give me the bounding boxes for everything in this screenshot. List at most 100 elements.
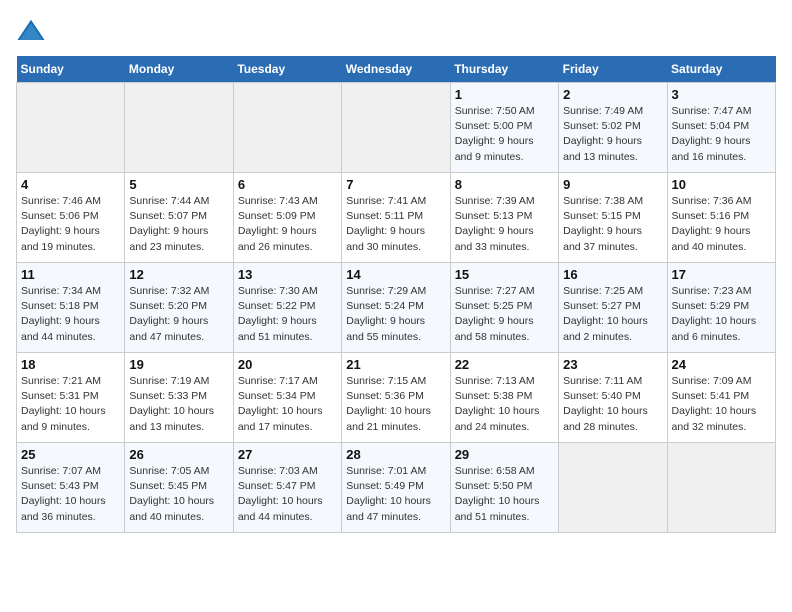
calendar-cell: 7 Sunrise: 7:41 AM Sunset: 5:11 PM Daylig…	[342, 173, 450, 263]
calendar-cell	[667, 443, 775, 533]
day-info: Sunrise: 7:30 AM Sunset: 5:22 PM Dayligh…	[238, 284, 337, 345]
day-number: 5	[129, 177, 228, 192]
day-info: Sunrise: 7:11 AM Sunset: 5:40 PM Dayligh…	[563, 374, 662, 435]
day-info: Sunrise: 7:34 AM Sunset: 5:18 PM Dayligh…	[21, 284, 120, 345]
calendar-cell: 5 Sunrise: 7:44 AM Sunset: 5:07 PM Daylig…	[125, 173, 233, 263]
day-info: Sunrise: 7:21 AM Sunset: 5:31 PM Dayligh…	[21, 374, 120, 435]
day-number: 7	[346, 177, 445, 192]
day-info: Sunrise: 7:29 AM Sunset: 5:24 PM Dayligh…	[346, 284, 445, 345]
day-number: 28	[346, 447, 445, 462]
calendar-cell: 17 Sunrise: 7:23 AM Sunset: 5:29 PM Dayli…	[667, 263, 775, 353]
weekday-header: Monday	[125, 56, 233, 83]
weekday-header: Wednesday	[342, 56, 450, 83]
calendar-table: SundayMondayTuesdayWednesdayThursdayFrid…	[16, 56, 776, 533]
calendar-cell: 21Sunrise: 7:15 AM Sunset: 5:36 PM Dayli…	[342, 353, 450, 443]
calendar-cell: 6 Sunrise: 7:43 AM Sunset: 5:09 PM Daylig…	[233, 173, 341, 263]
day-info: Sunrise: 7:17 AM Sunset: 5:34 PM Dayligh…	[238, 374, 337, 435]
calendar-cell: 8 Sunrise: 7:39 AM Sunset: 5:13 PM Daylig…	[450, 173, 558, 263]
calendar-cell: 19 Sunrise: 7:19 AM Sunset: 5:33 PM Dayli…	[125, 353, 233, 443]
day-number: 4	[21, 177, 120, 192]
day-info: Sunrise: 7:03 AM Sunset: 5:47 PM Dayligh…	[238, 464, 337, 525]
calendar-cell	[233, 83, 341, 173]
day-info: Sunrise: 7:15 AM Sunset: 5:36 PM Dayligh…	[346, 374, 445, 435]
day-info: Sunrise: 7:41 AM Sunset: 5:11 PM Dayligh…	[346, 194, 445, 255]
calendar-week-row: 11 Sunrise: 7:34 AM Sunset: 5:18 PM Dayli…	[17, 263, 776, 353]
day-number: 12	[129, 267, 228, 282]
weekday-header: Sunday	[17, 56, 125, 83]
calendar-cell: 20 Sunrise: 7:17 AM Sunset: 5:34 PM Dayli…	[233, 353, 341, 443]
calendar-cell: 2Sunrise: 7:49 AM Sunset: 5:02 PM Daylig…	[559, 83, 667, 173]
day-number: 16	[563, 267, 662, 282]
calendar-cell: 11 Sunrise: 7:34 AM Sunset: 5:18 PM Dayli…	[17, 263, 125, 353]
calendar-cell: 18 Sunrise: 7:21 AM Sunset: 5:31 PM Dayli…	[17, 353, 125, 443]
day-number: 13	[238, 267, 337, 282]
day-number: 17	[672, 267, 771, 282]
day-info: Sunrise: 7:36 AM Sunset: 5:16 PM Dayligh…	[672, 194, 771, 255]
day-info: Sunrise: 7:23 AM Sunset: 5:29 PM Dayligh…	[672, 284, 771, 345]
day-info: Sunrise: 7:47 AM Sunset: 5:04 PM Dayligh…	[672, 104, 771, 165]
calendar-cell: 23 Sunrise: 7:11 AM Sunset: 5:40 PM Dayli…	[559, 353, 667, 443]
day-number: 9	[563, 177, 662, 192]
weekday-header: Friday	[559, 56, 667, 83]
calendar-cell: 25 Sunrise: 7:07 AM Sunset: 5:43 PM Dayli…	[17, 443, 125, 533]
day-info: Sunrise: 7:25 AM Sunset: 5:27 PM Dayligh…	[563, 284, 662, 345]
day-number: 6	[238, 177, 337, 192]
calendar-cell: 13 Sunrise: 7:30 AM Sunset: 5:22 PM Dayli…	[233, 263, 341, 353]
day-info: Sunrise: 7:01 AM Sunset: 5:49 PM Dayligh…	[346, 464, 445, 525]
page-header	[16, 16, 776, 46]
calendar-cell	[342, 83, 450, 173]
day-info: Sunrise: 7:05 AM Sunset: 5:45 PM Dayligh…	[129, 464, 228, 525]
calendar-cell: 28 Sunrise: 7:01 AM Sunset: 5:49 PM Dayli…	[342, 443, 450, 533]
day-info: Sunrise: 7:44 AM Sunset: 5:07 PM Dayligh…	[129, 194, 228, 255]
day-info: Sunrise: 7:46 AM Sunset: 5:06 PM Dayligh…	[21, 194, 120, 255]
weekday-header: Thursday	[450, 56, 558, 83]
calendar-cell: 22Sunrise: 7:13 AM Sunset: 5:38 PM Dayli…	[450, 353, 558, 443]
day-info: Sunrise: 7:38 AM Sunset: 5:15 PM Dayligh…	[563, 194, 662, 255]
calendar-cell: 24Sunrise: 7:09 AM Sunset: 5:41 PM Dayli…	[667, 353, 775, 443]
day-info: Sunrise: 7:50 AM Sunset: 5:00 PM Dayligh…	[455, 104, 554, 165]
day-info: Sunrise: 7:07 AM Sunset: 5:43 PM Dayligh…	[21, 464, 120, 525]
logo-icon	[16, 16, 46, 46]
calendar-cell: 27Sunrise: 7:03 AM Sunset: 5:47 PM Dayli…	[233, 443, 341, 533]
calendar-week-row: 25 Sunrise: 7:07 AM Sunset: 5:43 PM Dayli…	[17, 443, 776, 533]
day-number: 3	[672, 87, 771, 102]
day-info: Sunrise: 7:19 AM Sunset: 5:33 PM Dayligh…	[129, 374, 228, 435]
day-info: Sunrise: 6:58 AM Sunset: 5:50 PM Dayligh…	[455, 464, 554, 525]
calendar-cell: 9 Sunrise: 7:38 AM Sunset: 5:15 PM Daylig…	[559, 173, 667, 263]
calendar-cell: 4 Sunrise: 7:46 AM Sunset: 5:06 PM Daylig…	[17, 173, 125, 263]
day-number: 15	[455, 267, 554, 282]
calendar-week-row: 4 Sunrise: 7:46 AM Sunset: 5:06 PM Daylig…	[17, 173, 776, 263]
day-number: 24	[672, 357, 771, 372]
day-number: 19	[129, 357, 228, 372]
calendar-cell	[17, 83, 125, 173]
calendar-cell: 10 Sunrise: 7:36 AM Sunset: 5:16 PM Dayli…	[667, 173, 775, 263]
day-number: 20	[238, 357, 337, 372]
day-info: Sunrise: 7:27 AM Sunset: 5:25 PM Dayligh…	[455, 284, 554, 345]
day-number: 25	[21, 447, 120, 462]
day-number: 8	[455, 177, 554, 192]
day-number: 10	[672, 177, 771, 192]
day-info: Sunrise: 7:32 AM Sunset: 5:20 PM Dayligh…	[129, 284, 228, 345]
calendar-cell: 14 Sunrise: 7:29 AM Sunset: 5:24 PM Dayli…	[342, 263, 450, 353]
day-info: Sunrise: 7:39 AM Sunset: 5:13 PM Dayligh…	[455, 194, 554, 255]
day-number: 26	[129, 447, 228, 462]
weekday-header: Tuesday	[233, 56, 341, 83]
day-info: Sunrise: 7:43 AM Sunset: 5:09 PM Dayligh…	[238, 194, 337, 255]
day-number: 29	[455, 447, 554, 462]
calendar-cell: 12 Sunrise: 7:32 AM Sunset: 5:20 PM Dayli…	[125, 263, 233, 353]
calendar-cell: 29 Sunrise: 6:58 AM Sunset: 5:50 PM Dayli…	[450, 443, 558, 533]
day-number: 2	[563, 87, 662, 102]
weekday-header: Saturday	[667, 56, 775, 83]
day-number: 18	[21, 357, 120, 372]
calendar-cell: 1 Sunrise: 7:50 AM Sunset: 5:00 PM Daylig…	[450, 83, 558, 173]
day-info: Sunrise: 7:13 AM Sunset: 5:38 PM Dayligh…	[455, 374, 554, 435]
day-number: 1	[455, 87, 554, 102]
day-number: 23	[563, 357, 662, 372]
calendar-cell: 3 Sunrise: 7:47 AM Sunset: 5:04 PM Daylig…	[667, 83, 775, 173]
calendar-week-row: 1 Sunrise: 7:50 AM Sunset: 5:00 PM Daylig…	[17, 83, 776, 173]
logo	[16, 16, 50, 46]
calendar-cell: 26 Sunrise: 7:05 AM Sunset: 5:45 PM Dayli…	[125, 443, 233, 533]
calendar-cell: 15 Sunrise: 7:27 AM Sunset: 5:25 PM Dayli…	[450, 263, 558, 353]
day-number: 11	[21, 267, 120, 282]
day-number: 14	[346, 267, 445, 282]
